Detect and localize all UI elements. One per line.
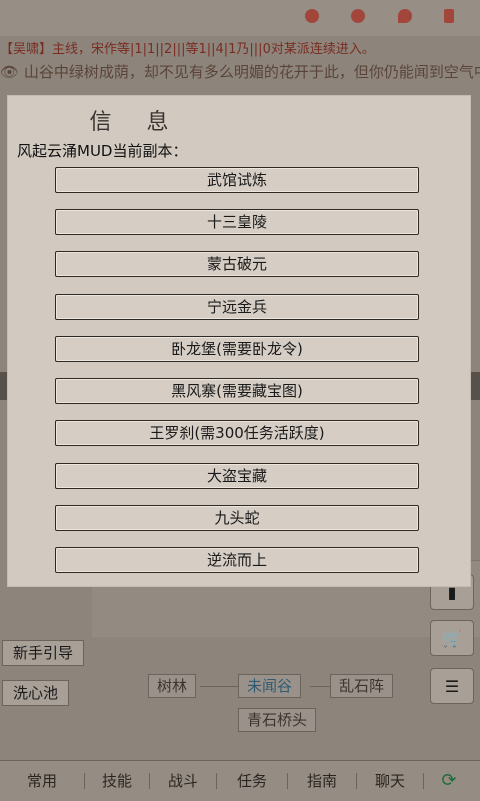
list-icon[interactable]: ☰: [430, 668, 474, 704]
tab-battle[interactable]: 战斗: [150, 761, 216, 801]
room-west[interactable]: 树林: [148, 674, 197, 698]
notification-icon[interactable]: [305, 9, 319, 23]
room-description: 👁 山谷中绿树成荫，却不见有多么明媚的花开于此，但你仍能闻到空气中飘来的花香，耳…: [0, 62, 480, 100]
bottom-nav: 常用 技能 战斗 任务 指南 聊天 ⟳: [0, 760, 480, 801]
tab-common[interactable]: 常用: [0, 761, 84, 801]
instance-button-ningyuan[interactable]: 宁远金兵: [55, 294, 419, 320]
instance-button-wuguan[interactable]: 武馆试炼: [55, 167, 419, 193]
instance-button-niliu[interactable]: 逆流而上: [55, 547, 419, 573]
instances-header: 风起云涌MUD当前副本：: [17, 142, 188, 160]
map-link: [310, 686, 332, 687]
info-dialog: 信 息 风起云涌MUD当前副本： 武馆试炼 十三皇陵 蒙古破元 宁远金兵 卧龙堡…: [8, 96, 470, 586]
heart-pool-button[interactable]: 洗心池: [2, 680, 70, 706]
top-bar: [0, 0, 480, 36]
chat-message: 【吴啸】主线，宋作等|1|1||2|||等1||4|1乃|||0对某派连续进入。: [0, 42, 375, 57]
tab-guide[interactable]: 指南: [288, 761, 356, 801]
tab-skills[interactable]: 技能: [85, 761, 149, 801]
chat-bubble-icon[interactable]: [351, 9, 365, 23]
map-link: [200, 686, 240, 687]
instance-button-heifengzhai[interactable]: 黑风寨(需要藏宝图): [55, 378, 419, 404]
instance-button-wangluosha[interactable]: 王罗刹(需300任务活跃度): [55, 420, 419, 446]
instance-button-dadao[interactable]: 大盗宝藏: [55, 463, 419, 489]
dialog-title: 信 息: [89, 110, 183, 135]
room-current[interactable]: 未闻谷: [238, 674, 302, 698]
tab-tasks[interactable]: 任务: [217, 761, 287, 801]
newbie-guide-button[interactable]: 新手引导: [2, 640, 85, 666]
instance-button-menggu[interactable]: 蒙古破元: [55, 251, 419, 277]
instance-button-huangling[interactable]: 十三皇陵: [55, 209, 419, 235]
phone-icon[interactable]: [444, 9, 454, 23]
instance-button-jiutoushe[interactable]: 九头蛇: [55, 505, 419, 531]
cart-icon[interactable]: 🛒: [430, 620, 474, 656]
refresh-icon[interactable]: ⟳: [424, 761, 474, 801]
room-south[interactable]: 青石桥头: [238, 708, 317, 732]
tab-chat[interactable]: 聊天: [357, 761, 423, 801]
location-pin-icon[interactable]: [398, 9, 412, 23]
eye-icon: 👁: [0, 63, 20, 81]
room-description-text: 山谷中绿树成荫，却不见有多么明媚的花开于此，但你仍能闻到空气中飘来的花香，耳边听…: [23, 63, 480, 81]
room-east[interactable]: 乱石阵: [330, 674, 394, 698]
instance-button-wolongbao[interactable]: 卧龙堡(需要卧龙令): [55, 336, 419, 362]
